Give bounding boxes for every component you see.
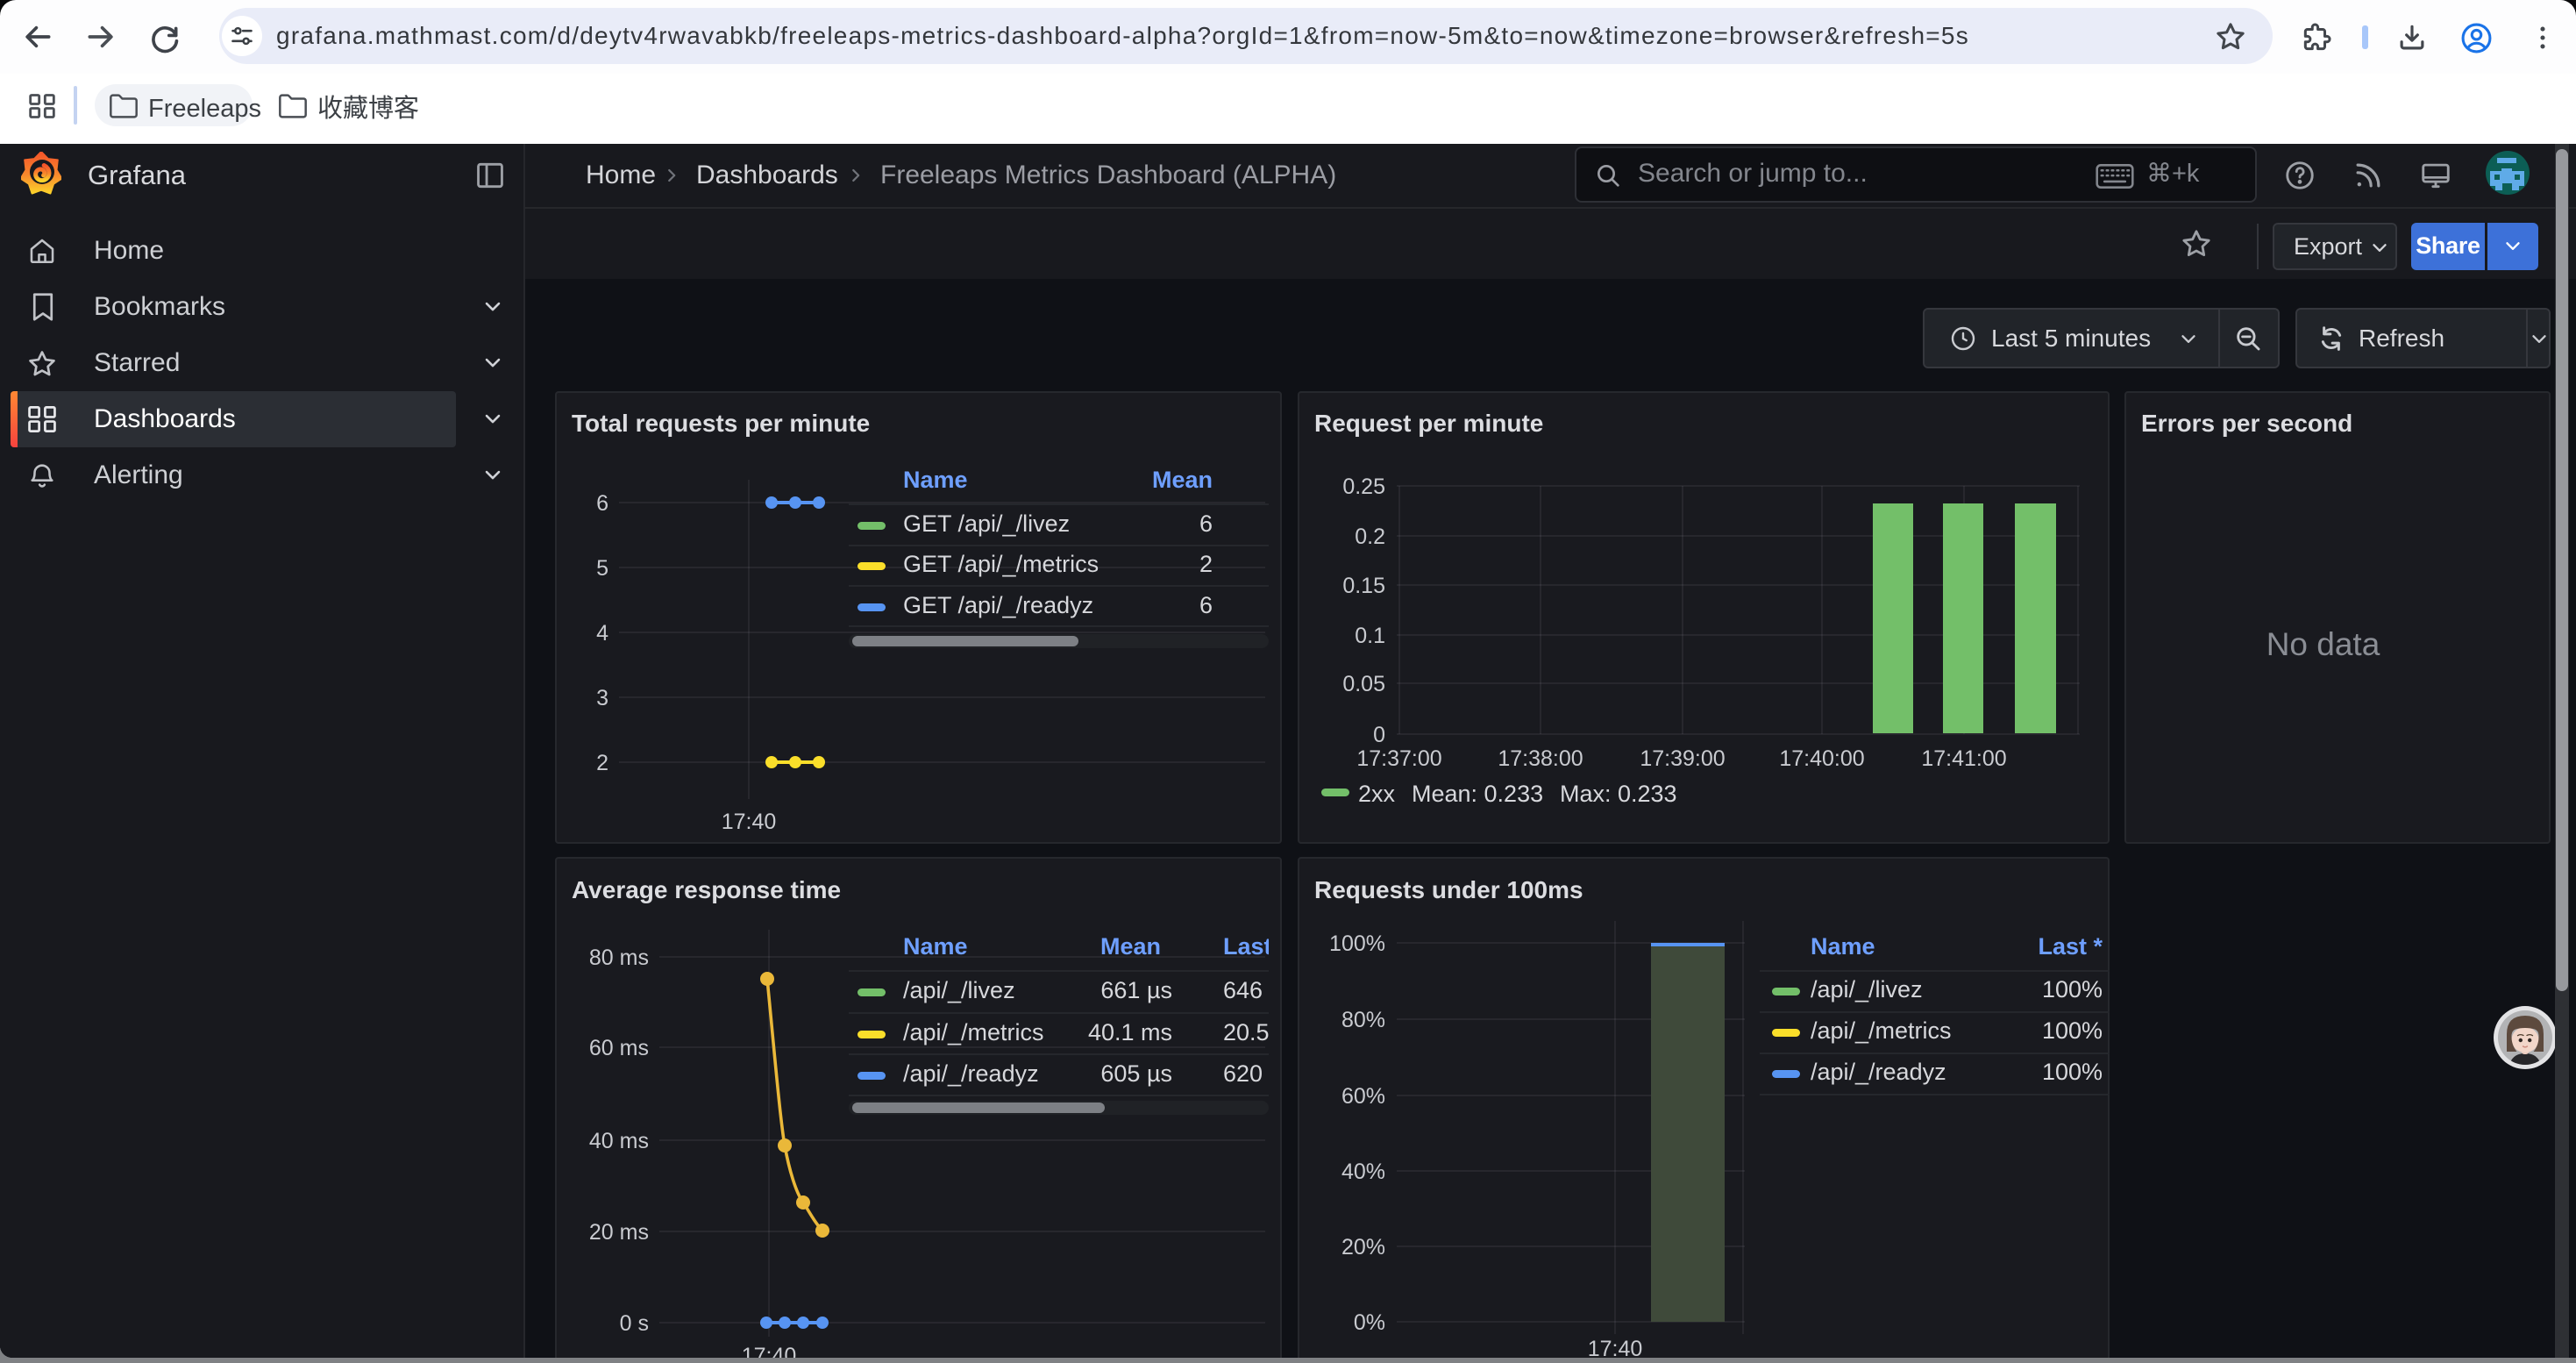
svg-text:17:40: 17:40	[722, 810, 777, 834]
svg-text:40 ms: 40 ms	[589, 1129, 649, 1153]
svg-text:20 ms: 20 ms	[589, 1220, 649, 1245]
svg-text:20%: 20%	[1341, 1235, 1385, 1260]
svg-text:60 ms: 60 ms	[589, 1036, 649, 1060]
svg-text:6: 6	[596, 491, 608, 516]
svg-text:3: 3	[596, 686, 608, 710]
svg-text:17:37:00: 17:37:00	[1356, 746, 1441, 771]
svg-text:17:40: 17:40	[1588, 1337, 1643, 1358]
svg-text:17:40: 17:40	[742, 1344, 797, 1358]
svg-text:0%: 0%	[1354, 1310, 1385, 1335]
svg-text:0.05: 0.05	[1342, 672, 1385, 696]
svg-text:60%: 60%	[1341, 1084, 1385, 1109]
svg-text:5: 5	[596, 556, 608, 581]
svg-text:80%: 80%	[1341, 1008, 1385, 1032]
svg-text:17:40:00: 17:40:00	[1779, 746, 1864, 771]
svg-text:0.25: 0.25	[1342, 475, 1385, 499]
svg-text:0 s: 0 s	[620, 1311, 649, 1336]
svg-text:40%: 40%	[1341, 1160, 1385, 1184]
svg-text:0: 0	[1373, 723, 1385, 747]
svg-text:0.1: 0.1	[1355, 624, 1385, 648]
svg-text:2: 2	[596, 751, 608, 775]
svg-text:0.2: 0.2	[1355, 525, 1385, 549]
svg-text:80 ms: 80 ms	[589, 946, 649, 970]
svg-text:4: 4	[596, 621, 608, 646]
svg-text:17:41:00: 17:41:00	[1921, 746, 2006, 771]
svg-text:17:38:00: 17:38:00	[1498, 746, 1583, 771]
svg-text:17:39:00: 17:39:00	[1640, 746, 1725, 771]
svg-text:0.15: 0.15	[1342, 574, 1385, 598]
svg-text:100%: 100%	[1329, 931, 1385, 956]
